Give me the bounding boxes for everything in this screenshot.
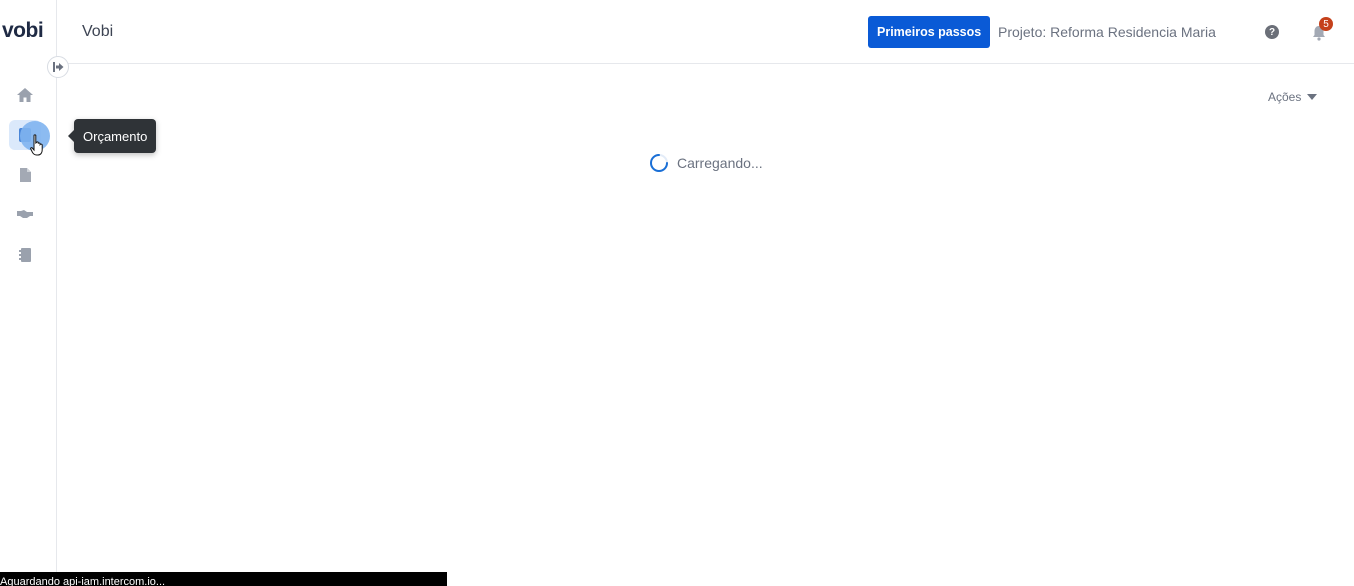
- help-icon[interactable]: ?: [1265, 25, 1279, 39]
- notebook-icon: [19, 248, 31, 262]
- notifications-button[interactable]: 5: [1312, 17, 1333, 42]
- notification-badge: 5: [1319, 17, 1333, 31]
- sidebar-item-home[interactable]: [9, 80, 41, 110]
- spinner-icon: [650, 154, 668, 172]
- loading-text: Carregando...: [677, 155, 763, 171]
- sidebar-expand-button[interactable]: [47, 56, 69, 78]
- browser-status-bar: Aguardando api-iam.intercom.io...: [0, 572, 447, 586]
- actions-label: Ações: [1268, 90, 1302, 104]
- document-icon: [19, 168, 31, 182]
- loading-indicator: Carregando...: [649, 153, 763, 173]
- hand-cursor-icon: [30, 134, 43, 156]
- sidebar: vobi: [0, 0, 57, 586]
- home-icon: [17, 88, 33, 102]
- project-selector[interactable]: Projeto: Reforma Residencia Maria: [998, 24, 1216, 40]
- actions-dropdown[interactable]: Ações: [1268, 90, 1318, 104]
- sidebar-item-document[interactable]: [9, 160, 41, 190]
- page-title: Vobi: [82, 23, 114, 40]
- arrow-right-icon: [52, 62, 63, 72]
- vobi-logo[interactable]: vobi: [2, 19, 44, 43]
- sidebar-item-notebook[interactable]: [9, 240, 41, 270]
- top-header: Vobi Primeiros passos Projeto: Reforma R…: [57, 0, 1354, 64]
- nav-tooltip: Orçamento: [67, 119, 157, 153]
- sidebar-item-handshake[interactable]: [9, 199, 41, 229]
- first-steps-button[interactable]: Primeiros passos: [868, 16, 991, 48]
- handshake-icon: [17, 210, 33, 218]
- caret-down-icon: [1307, 94, 1318, 100]
